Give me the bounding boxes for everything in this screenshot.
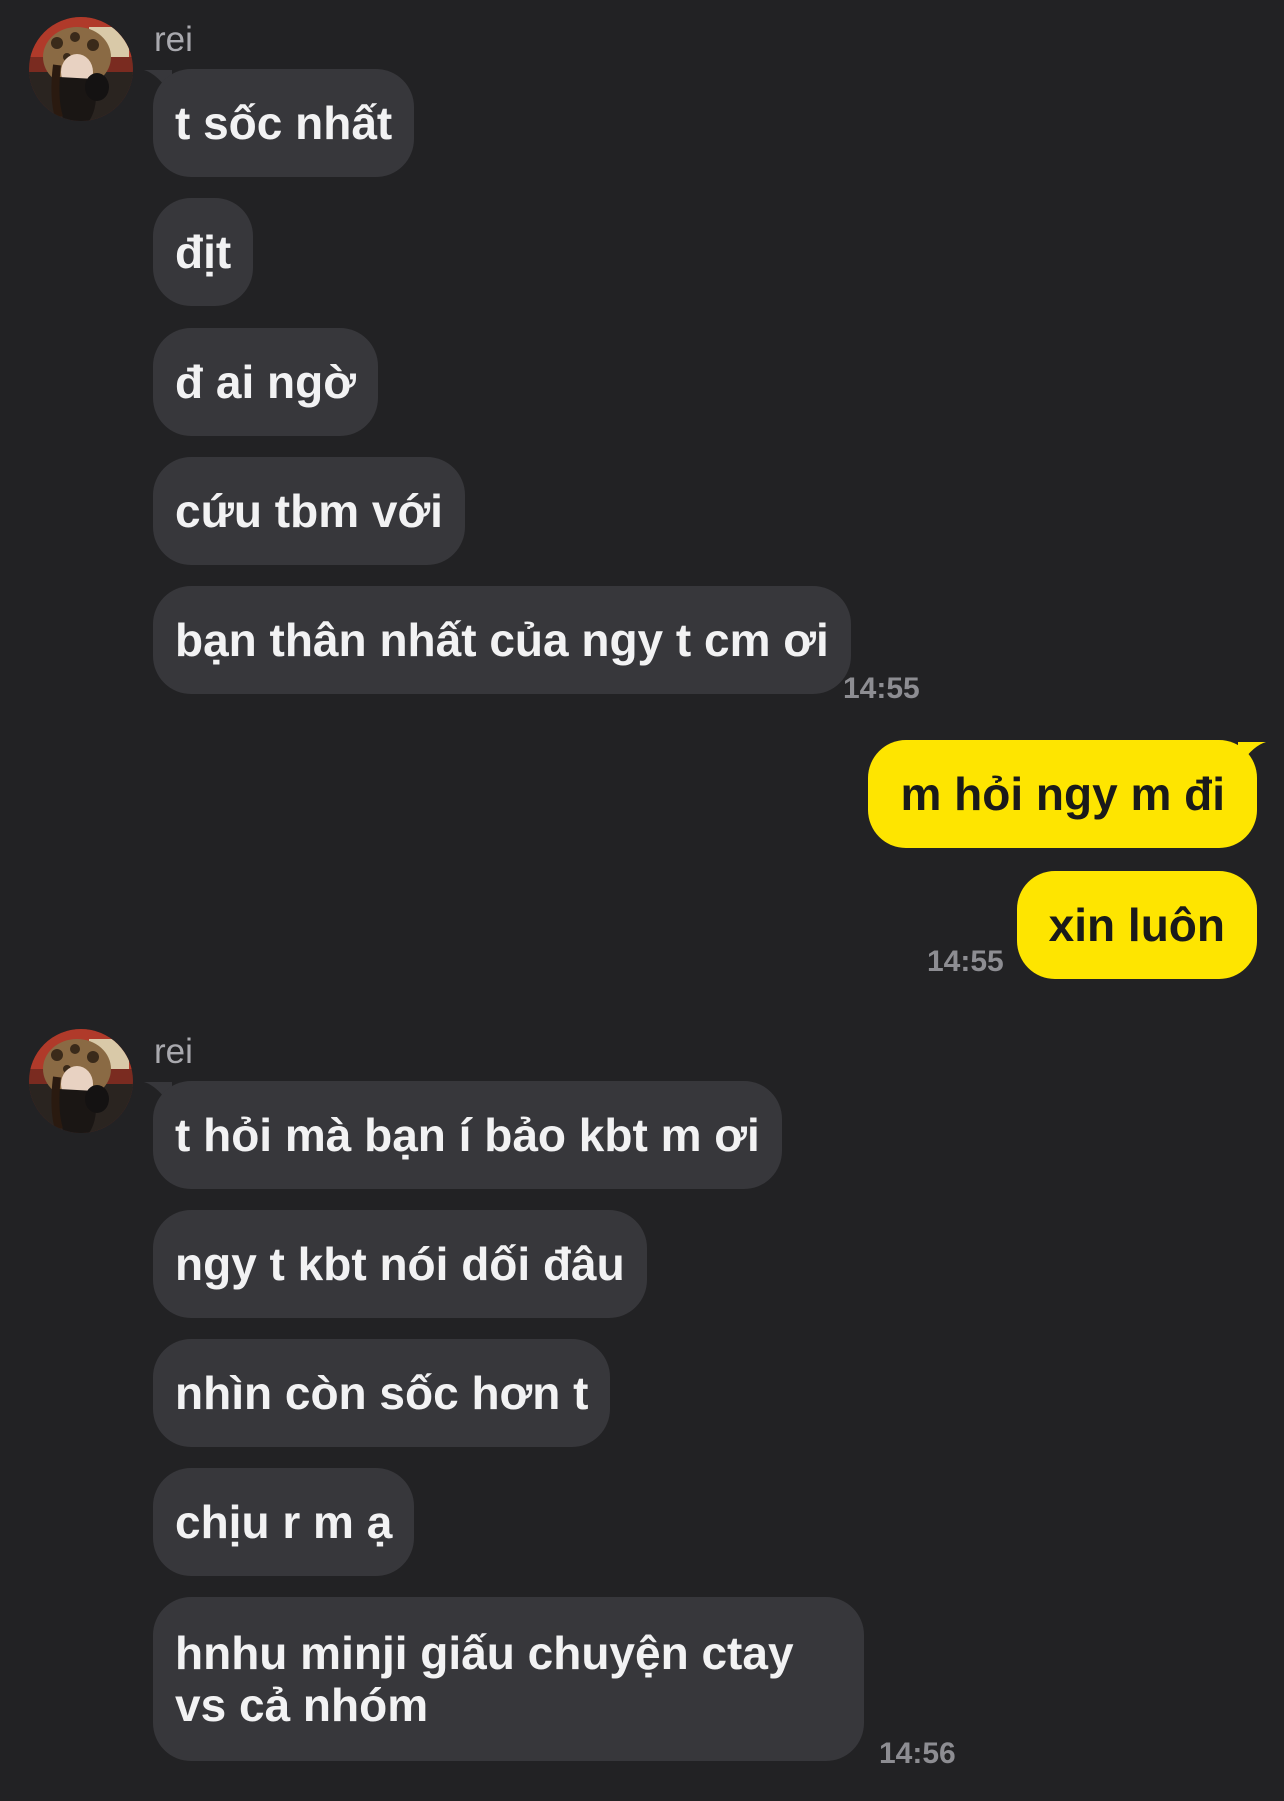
message-timestamp: 14:55 [843, 672, 920, 705]
message-bubble[interactable]: m hỏi ngy m đi [868, 740, 1257, 848]
message-bubble[interactable]: ngy t kbt nói dối đâu [153, 1210, 647, 1318]
avatar[interactable] [29, 1029, 133, 1133]
message-bubble[interactable]: chịu r m ạ [153, 1468, 415, 1576]
message-timestamp: 14:56 [879, 1737, 956, 1770]
avatar[interactable] [29, 17, 133, 121]
message-bubble[interactable]: t hỏi mà bạn í bảo kbt m ơi [153, 1081, 782, 1189]
message-bubble[interactable]: t sốc nhất [153, 69, 415, 177]
message-timestamp: 14:55 [927, 945, 1004, 978]
message-bubble[interactable]: đ ai ngờ [153, 328, 378, 436]
message-bubble[interactable]: địt [153, 198, 254, 306]
message-bubble[interactable]: hnhu minji giấu chuyện ctay vs cả nhóm [153, 1597, 864, 1761]
message-bubble[interactable]: nhìn còn sốc hơn t [153, 1339, 611, 1447]
sender-name: rei [154, 20, 193, 59]
sender-name: rei [154, 1032, 193, 1071]
message-bubble[interactable]: cứu tbm với [153, 457, 465, 565]
message-bubble[interactable]: bạn thân nhất của ngy t cm ơi [153, 586, 851, 694]
message-bubble[interactable]: xin luôn [1016, 871, 1257, 979]
